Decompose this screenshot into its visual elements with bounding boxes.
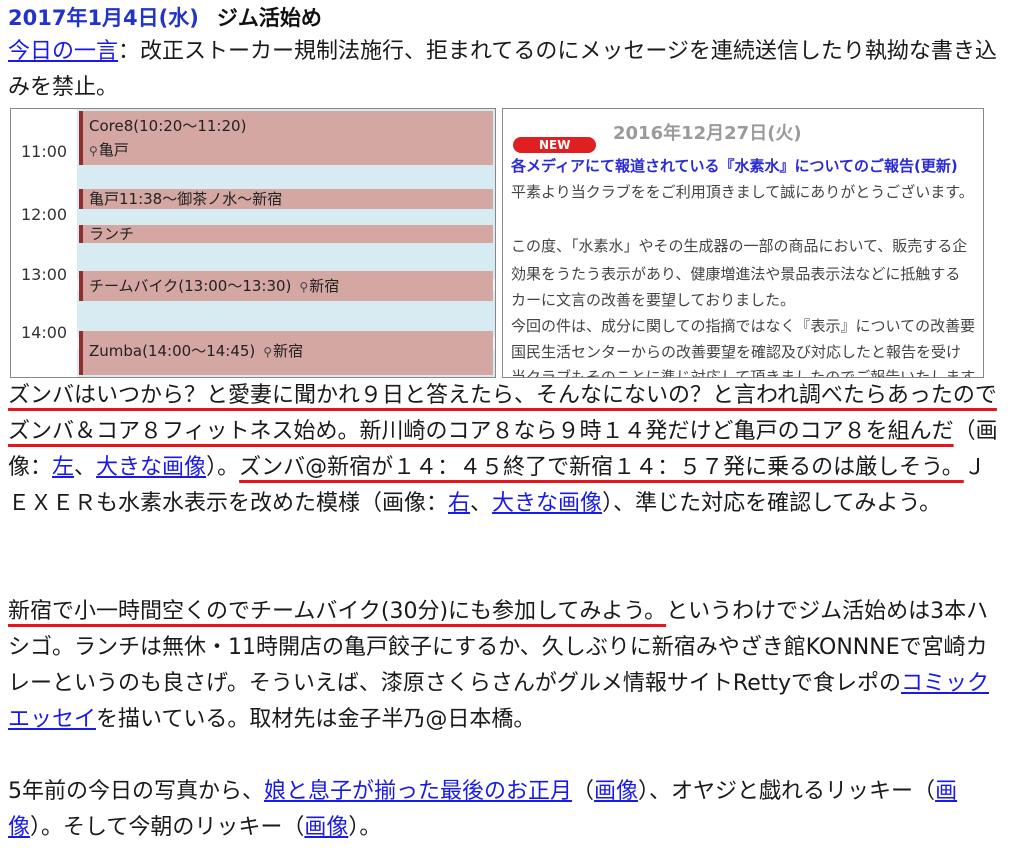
event-title: Core8(10:20～11:20) [89, 117, 247, 135]
new-year-photo-link[interactable]: 娘と息子が揃った最後のお正月 [264, 779, 572, 804]
entry-title: ジム活始め [216, 6, 322, 30]
time-label: 12:00 [21, 205, 68, 224]
image-right-link[interactable]: 右 [448, 491, 470, 516]
time-label: 14:00 [21, 323, 68, 342]
emphasis-text: ズンバ@新宿が１４：４５終了で新宿１４：５７発に乗るのは厳しそう。 [239, 455, 964, 480]
location-pin-icon: ⚲ [89, 144, 98, 158]
emphasis-text: 新宿で小一時間空くのでチームバイク(30分)にも参加してみよう。 [8, 599, 667, 624]
image-left-link[interactable]: 左 [52, 455, 74, 480]
emphasis-text: ズンバはいつから？と愛妻に聞かれ９日と答えたら、そんなにないの？と言われ調べたら… [8, 383, 997, 444]
event-title: Zumba(14:00～14:45) [89, 342, 256, 360]
news-line: 国民生活センターからの改善要望を確認及び対応したと報告を受け [511, 343, 962, 361]
calendar-event: ランチ [79, 225, 493, 243]
entry-date: 2017年1月4日(水) [8, 6, 199, 30]
calendar-event: Core8(10:20～11:20) ⚲亀戸 [79, 111, 493, 165]
event-location: 新宿 [273, 342, 304, 360]
large-image-link[interactable]: 大きな画像 [96, 455, 206, 480]
time-label: 11:00 [21, 142, 68, 161]
paragraph-photos: 5年前の今日の写真から、娘と息子が揃った最後のお正月（画像）、オヤジと戯れるリッ… [8, 779, 958, 840]
news-line: 当クラブもそのことに準じ対応して頂きましたのでご報告いたします [511, 368, 976, 378]
event-location: 亀戸 [98, 141, 129, 159]
news-line: 平素より当クラブををご利用頂きまして誠にありがとうございます。 [511, 183, 974, 201]
calendar-event: Zumba(14:00～14:45) ⚲新宿 [79, 331, 493, 375]
image-link[interactable]: 画像 [594, 779, 638, 804]
news-line: 効果をうたう表示があり、健康増進法や景品表示法などに抵触する [511, 265, 961, 283]
news-date: 2016年12月27日(火) [613, 123, 802, 144]
news-screenshot[interactable]: 2016年12月27日(火) NEW 各メディアにて報道されている『水素水』につ… [502, 108, 984, 378]
calendar-event: チームバイク(13:00～13:30) ⚲新宿 [79, 271, 493, 301]
news-line: 今回の件は、成分に関しての指摘ではなく『表示』についての改善要 [511, 317, 976, 335]
event-title: チームバイク(13:00～13:30) [89, 277, 292, 295]
image-link[interactable]: 画像 [304, 815, 348, 840]
paragraph-zumba: ズンバはいつから？と愛妻に聞かれ９日と答えたら、そんなにないの？と言われ調べたら… [8, 383, 998, 516]
calendar-event: 亀戸11:38～御茶ノ水～新宿 [79, 189, 493, 209]
event-title: ランチ [89, 225, 135, 243]
entry-heading: 2017年1月4日(水) ジム活始め [8, 4, 322, 32]
intro-paragraph: 今日の一言：改正ストーカー規制法施行、拒まれてるのにメッセージを連続送信したり執… [8, 34, 1004, 106]
event-location: 新宿 [309, 277, 340, 295]
news-line: この度、「水素水」やその生成器の一部の商品において、販売する企 [511, 237, 968, 255]
time-label: 13:00 [21, 265, 68, 284]
location-pin-icon: ⚲ [263, 345, 273, 359]
news-line: カーに文言の改善を要望しておりました。 [511, 291, 796, 309]
location-pin-icon: ⚲ [299, 280, 309, 294]
intro-text: ：改正ストーカー規制法施行、拒まれてるのにメッセージを連続送信したり執拗な書き込… [8, 39, 997, 100]
today-word-link[interactable]: 今日の一言 [8, 39, 118, 64]
large-image-link[interactable]: 大きな画像 [492, 491, 602, 516]
new-badge: NEW [513, 137, 597, 153]
news-title: 各メディアにて報道されている『水素水』についてのご報告(更新) [511, 157, 958, 175]
paragraph-gym: 新宿で小一時間空くのでチームバイク(30分)にも参加してみよう。というわけでジム… [8, 599, 990, 732]
event-title: 亀戸11:38～御茶ノ水～新宿 [89, 190, 283, 208]
calendar-screenshot[interactable]: 11:00 12:00 13:00 14:00 Core8(10:20～11:2… [10, 108, 496, 378]
